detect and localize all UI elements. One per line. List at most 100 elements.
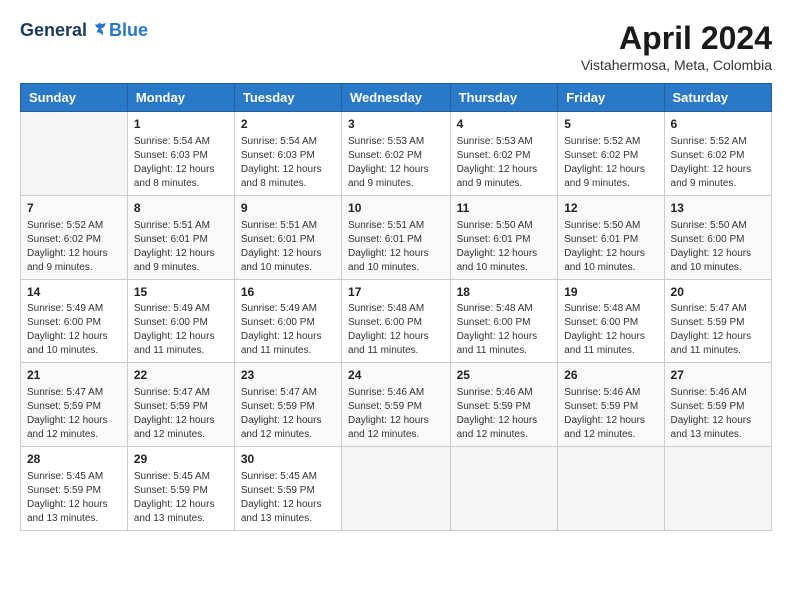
day-number: 21 xyxy=(27,367,121,384)
day-info: Sunrise: 5:45 AM Sunset: 5:59 PM Dayligh… xyxy=(27,470,121,526)
header-cell-saturday: Saturday xyxy=(664,84,771,112)
day-info: Sunrise: 5:53 AM Sunset: 6:02 PM Dayligh… xyxy=(348,135,444,191)
day-number: 16 xyxy=(241,284,335,301)
day-info: Sunrise: 5:48 AM Sunset: 6:00 PM Dayligh… xyxy=(348,302,444,358)
day-info: Sunrise: 5:46 AM Sunset: 5:59 PM Dayligh… xyxy=(671,386,765,442)
day-info: Sunrise: 5:51 AM Sunset: 6:01 PM Dayligh… xyxy=(348,219,444,275)
logo: General Blue xyxy=(20,20,148,41)
calendar-cell: 26 Sunrise: 5:46 AM Sunset: 5:59 PM Dayli… xyxy=(558,363,664,447)
header: General Blue April 2024 Vistahermosa, Me… xyxy=(20,20,772,73)
calendar-week-row: 1 Sunrise: 5:54 AM Sunset: 6:03 PM Daylig… xyxy=(21,112,772,196)
day-info: Sunrise: 5:45 AM Sunset: 5:59 PM Dayligh… xyxy=(241,470,335,526)
day-number: 26 xyxy=(564,367,657,384)
day-number: 24 xyxy=(348,367,444,384)
calendar-cell: 14Sunrise: 5:49 AM Sunset: 6:00 PM Dayli… xyxy=(21,279,128,363)
day-info: Sunrise: 5:50 AM Sunset: 6:01 PM Dayligh… xyxy=(457,219,552,275)
day-info: Sunrise: 5:50 AM Sunset: 6:00 PM Dayligh… xyxy=(671,219,765,275)
header-cell-friday: Friday xyxy=(558,84,664,112)
day-number: 7 xyxy=(27,200,121,217)
calendar-week-row: 28 Sunrise: 5:45 AM Sunset: 5:59 PM Dayli… xyxy=(21,447,772,531)
day-info: Sunrise: 5:49 AM Sunset: 6:00 PM Dayligh… xyxy=(134,302,228,358)
day-info: Sunrise: 5:51 AM Sunset: 6:01 PM Dayligh… xyxy=(241,219,335,275)
calendar-cell: 6Sunrise: 5:52 AM Sunset: 6:02 PM Daylig… xyxy=(664,112,771,196)
calendar-cell xyxy=(342,447,451,531)
day-info: Sunrise: 5:46 AM Sunset: 5:59 PM Dayligh… xyxy=(564,386,657,442)
day-info: Sunrise: 5:54 AM Sunset: 6:03 PM Dayligh… xyxy=(241,135,335,191)
day-info: Sunrise: 5:46 AM Sunset: 5:59 PM Dayligh… xyxy=(348,386,444,442)
calendar-cell: 22Sunrise: 5:47 AM Sunset: 5:59 PM Dayli… xyxy=(127,363,234,447)
day-info: Sunrise: 5:52 AM Sunset: 6:02 PM Dayligh… xyxy=(564,135,657,191)
logo-blue: Blue xyxy=(109,20,148,41)
calendar-header-row: SundayMondayTuesdayWednesdayThursdayFrid… xyxy=(21,84,772,112)
calendar-cell: 23Sunrise: 5:47 AM Sunset: 5:59 PM Dayli… xyxy=(234,363,341,447)
day-number: 12 xyxy=(564,200,657,217)
calendar-cell: 1 Sunrise: 5:54 AM Sunset: 6:03 PM Daylig… xyxy=(127,112,234,196)
day-number: 22 xyxy=(134,367,228,384)
day-info: Sunrise: 5:46 AM Sunset: 5:59 PM Dayligh… xyxy=(457,386,552,442)
day-number: 13 xyxy=(671,200,765,217)
calendar-cell: 2 Sunrise: 5:54 AM Sunset: 6:03 PM Daylig… xyxy=(234,112,341,196)
day-number: 27 xyxy=(671,367,765,384)
calendar-cell: 12Sunrise: 5:50 AM Sunset: 6:01 PM Dayli… xyxy=(558,195,664,279)
day-number: 25 xyxy=(457,367,552,384)
day-number: 29 xyxy=(134,451,228,468)
day-info: Sunrise: 5:49 AM Sunset: 6:00 PM Dayligh… xyxy=(27,302,121,358)
calendar-cell: 10 Sunrise: 5:51 AM Sunset: 6:01 PM Dayli… xyxy=(342,195,451,279)
day-number: 5 xyxy=(564,116,657,133)
calendar-cell xyxy=(558,447,664,531)
calendar-cell: 24 Sunrise: 5:46 AM Sunset: 5:59 PM Dayli… xyxy=(342,363,451,447)
day-number: 2 xyxy=(241,116,335,133)
calendar-cell: 16Sunrise: 5:49 AM Sunset: 6:00 PM Dayli… xyxy=(234,279,341,363)
calendar-cell: 27 Sunrise: 5:46 AM Sunset: 5:59 PM Dayli… xyxy=(664,363,771,447)
calendar-cell: 19Sunrise: 5:48 AM Sunset: 6:00 PM Dayli… xyxy=(558,279,664,363)
day-info: Sunrise: 5:48 AM Sunset: 6:00 PM Dayligh… xyxy=(564,302,657,358)
calendar-body: 1 Sunrise: 5:54 AM Sunset: 6:03 PM Daylig… xyxy=(21,112,772,531)
logo-general: General xyxy=(20,20,87,41)
day-number: 17 xyxy=(348,284,444,301)
day-number: 19 xyxy=(564,284,657,301)
month-title: April 2024 xyxy=(581,20,772,57)
header-cell-wednesday: Wednesday xyxy=(342,84,451,112)
day-info: Sunrise: 5:52 AM Sunset: 6:02 PM Dayligh… xyxy=(671,135,765,191)
calendar-cell: 11 Sunrise: 5:50 AM Sunset: 6:01 PM Dayli… xyxy=(450,195,558,279)
header-cell-tuesday: Tuesday xyxy=(234,84,341,112)
day-number: 3 xyxy=(348,116,444,133)
location: Vistahermosa, Meta, Colombia xyxy=(581,57,772,73)
day-info: Sunrise: 5:45 AM Sunset: 5:59 PM Dayligh… xyxy=(134,470,228,526)
calendar-cell: 13 Sunrise: 5:50 AM Sunset: 6:00 PM Dayli… xyxy=(664,195,771,279)
calendar-cell: 17Sunrise: 5:48 AM Sunset: 6:00 PM Dayli… xyxy=(342,279,451,363)
calendar-cell: 28 Sunrise: 5:45 AM Sunset: 5:59 PM Dayli… xyxy=(21,447,128,531)
calendar-cell: 7Sunrise: 5:52 AM Sunset: 6:02 PM Daylig… xyxy=(21,195,128,279)
day-number: 8 xyxy=(134,200,228,217)
calendar-cell xyxy=(450,447,558,531)
header-cell-monday: Monday xyxy=(127,84,234,112)
calendar-cell: 8 Sunrise: 5:51 AM Sunset: 6:01 PM Daylig… xyxy=(127,195,234,279)
calendar-cell: 30 Sunrise: 5:45 AM Sunset: 5:59 PM Dayli… xyxy=(234,447,341,531)
day-info: Sunrise: 5:47 AM Sunset: 5:59 PM Dayligh… xyxy=(241,386,335,442)
calendar-cell: 3 Sunrise: 5:53 AM Sunset: 6:02 PM Daylig… xyxy=(342,112,451,196)
day-number: 30 xyxy=(241,451,335,468)
calendar-cell xyxy=(664,447,771,531)
day-info: Sunrise: 5:54 AM Sunset: 6:03 PM Dayligh… xyxy=(134,135,228,191)
day-info: Sunrise: 5:53 AM Sunset: 6:02 PM Dayligh… xyxy=(457,135,552,191)
day-number: 15 xyxy=(134,284,228,301)
day-info: Sunrise: 5:48 AM Sunset: 6:00 PM Dayligh… xyxy=(457,302,552,358)
day-number: 4 xyxy=(457,116,552,133)
day-info: Sunrise: 5:51 AM Sunset: 6:01 PM Dayligh… xyxy=(134,219,228,275)
day-info: Sunrise: 5:47 AM Sunset: 5:59 PM Dayligh… xyxy=(27,386,121,442)
calendar-cell: 5 Sunrise: 5:52 AM Sunset: 6:02 PM Daylig… xyxy=(558,112,664,196)
day-number: 1 xyxy=(134,116,228,133)
day-number: 18 xyxy=(457,284,552,301)
calendar-cell: 25 Sunrise: 5:46 AM Sunset: 5:59 PM Dayli… xyxy=(450,363,558,447)
day-number: 11 xyxy=(457,200,552,217)
day-number: 28 xyxy=(27,451,121,468)
calendar-cell: 4 Sunrise: 5:53 AM Sunset: 6:02 PM Daylig… xyxy=(450,112,558,196)
calendar-cell xyxy=(21,112,128,196)
day-info: Sunrise: 5:49 AM Sunset: 6:00 PM Dayligh… xyxy=(241,302,335,358)
day-number: 14 xyxy=(27,284,121,301)
day-number: 10 xyxy=(348,200,444,217)
calendar-cell: 18Sunrise: 5:48 AM Sunset: 6:00 PM Dayli… xyxy=(450,279,558,363)
calendar-table: SundayMondayTuesdayWednesdayThursdayFrid… xyxy=(20,83,772,531)
day-number: 9 xyxy=(241,200,335,217)
title-area: April 2024 Vistahermosa, Meta, Colombia xyxy=(581,20,772,73)
